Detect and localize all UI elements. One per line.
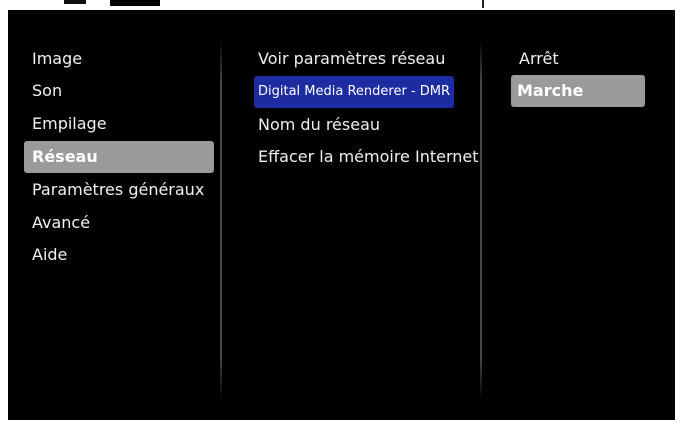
main-menu-item-aide[interactable]: Aide xyxy=(24,239,214,271)
main-menu-item-avance[interactable]: Avancé xyxy=(24,207,214,239)
main-menu-item-empilage[interactable]: Empilage xyxy=(24,108,214,140)
main-menu-item-reseau[interactable]: Réseau xyxy=(24,141,214,173)
submenu-item-effacer-memoire-internet[interactable]: Effacer la mémoire Internet xyxy=(258,141,479,173)
option-list: Arrêt Marche xyxy=(505,10,675,420)
cropped-header-strip xyxy=(0,0,683,10)
main-menu-item-son[interactable]: Son xyxy=(24,75,214,107)
main-menu-item-image[interactable]: Image xyxy=(24,43,214,75)
submenu-item-voir-parametres-reseau[interactable]: Voir paramètres réseau xyxy=(258,43,445,75)
column-divider xyxy=(220,40,222,400)
cropped-header-fragment xyxy=(110,0,160,6)
network-submenu: Voir paramètres réseau Digital Media Ren… xyxy=(254,10,484,420)
submenu-item-dmr[interactable]: Digital Media Renderer - DMR xyxy=(254,76,455,108)
submenu-item-nom-du-reseau[interactable]: Nom du réseau xyxy=(258,109,380,141)
main-menu: Image Son Empilage Réseau Paramètres gén… xyxy=(8,10,221,420)
column-divider xyxy=(480,40,482,400)
main-menu-item-parametres-generaux[interactable]: Paramètres généraux xyxy=(24,174,214,206)
cropped-header-fragment xyxy=(64,0,86,4)
option-arret[interactable]: Arrêt xyxy=(513,43,647,75)
osd-menu-panel: Image Son Empilage Réseau Paramètres gén… xyxy=(8,10,675,420)
option-marche[interactable]: Marche xyxy=(511,75,645,107)
cropped-header-tick xyxy=(482,0,484,8)
